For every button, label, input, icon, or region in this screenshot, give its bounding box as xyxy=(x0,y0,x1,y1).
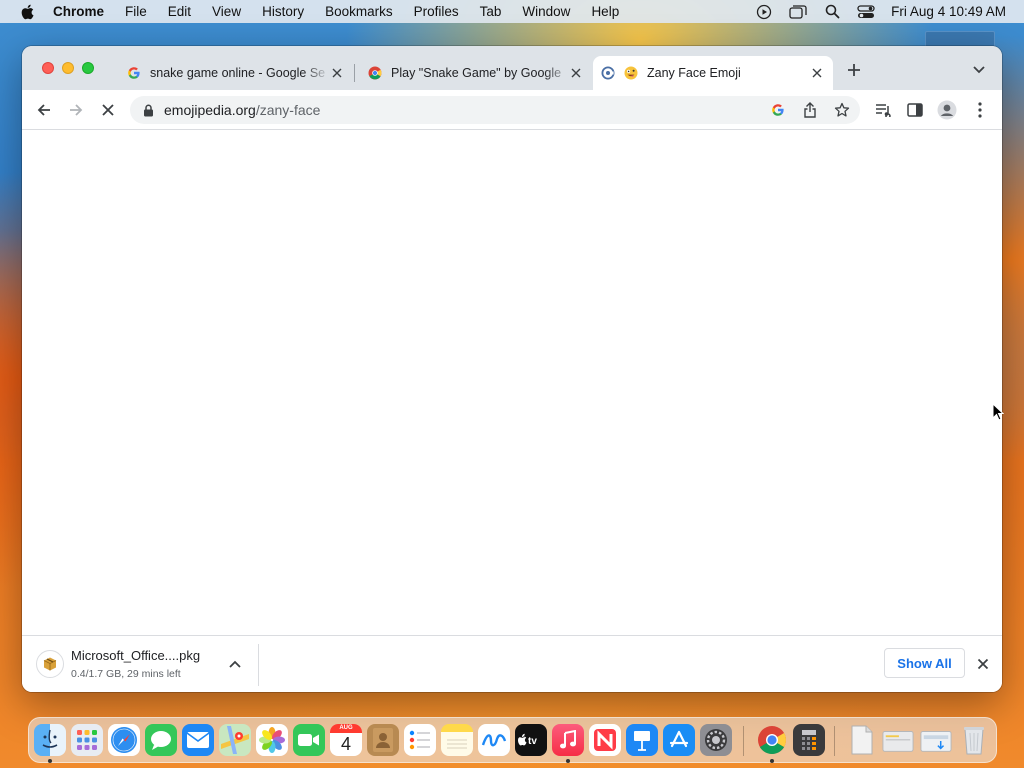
calendar-icon[interactable]: AUG 4 xyxy=(330,724,362,756)
svg-text:tv: tv xyxy=(528,736,537,747)
screen-recording-icon[interactable] xyxy=(755,3,773,21)
menubar-clock[interactable]: Fri Aug 4 10:49 AM xyxy=(891,4,1006,19)
tab-close-icon[interactable] xyxy=(329,65,345,81)
mouse-cursor-icon xyxy=(992,402,1005,421)
system-settings-icon[interactable] xyxy=(700,724,732,756)
download-shelf: Microsoft_Office....pkg 0.4/1.7 GB, 29 m… xyxy=(22,635,1002,692)
control-center-icon[interactable] xyxy=(857,3,875,21)
download-filename: Microsoft_Office....pkg xyxy=(71,648,201,663)
google-lens-icon[interactable] xyxy=(770,102,786,118)
menu-bookmarks[interactable]: Bookmarks xyxy=(325,4,393,19)
close-download-shelf-icon[interactable] xyxy=(975,656,991,672)
emojipedia-icon xyxy=(601,66,615,80)
page-content-area[interactable] xyxy=(22,131,1002,636)
window-close-button[interactable] xyxy=(42,62,54,74)
back-button[interactable] xyxy=(34,100,54,120)
browser-toolbar: emojipedia.org/zany-face xyxy=(22,90,1002,130)
share-icon[interactable] xyxy=(802,102,818,118)
url-domain: emojipedia.org xyxy=(164,102,256,118)
downloads-icon[interactable] xyxy=(920,724,952,756)
finder-icon[interactable] xyxy=(34,724,66,756)
download-status: 0.4/1.7 GB, 29 mins left xyxy=(71,668,181,680)
menu-file[interactable]: File xyxy=(125,4,147,19)
folder-icon[interactable] xyxy=(882,724,914,756)
calendar-day: 4 xyxy=(340,734,351,754)
dock-running-indicator xyxy=(566,759,570,763)
tab-snake-game[interactable]: Play "Snake Game" by Google xyxy=(360,56,592,90)
dock: AUG 4 tv xyxy=(28,717,997,763)
dock-running-indicator xyxy=(48,759,52,763)
stop-loading-button[interactable] xyxy=(98,100,118,120)
dock-separator xyxy=(743,726,744,756)
document-icon[interactable] xyxy=(846,724,878,756)
notes-icon[interactable] xyxy=(441,724,473,756)
chrome-icon[interactable] xyxy=(756,724,788,756)
download-item[interactable]: Microsoft_Office....pkg 0.4/1.7 GB, 29 m… xyxy=(36,648,258,684)
window-maximize-button[interactable] xyxy=(82,62,94,74)
zany-face-emoji-icon xyxy=(624,66,638,80)
appletv-icon[interactable]: tv xyxy=(515,724,547,756)
launchpad-icon[interactable] xyxy=(71,724,103,756)
tab-close-icon[interactable] xyxy=(809,65,825,81)
calendar-month: AUG xyxy=(330,724,362,733)
tab-title: snake game online - Google Se xyxy=(150,66,326,80)
trash-icon[interactable] xyxy=(958,724,990,756)
tab-title: Play "Snake Game" by Google xyxy=(391,66,562,80)
side-panel-icon[interactable] xyxy=(905,100,925,120)
music-icon[interactable] xyxy=(552,724,584,756)
menu-help[interactable]: Help xyxy=(591,4,619,19)
appstore-icon[interactable] xyxy=(663,724,695,756)
spotlight-search-icon[interactable] xyxy=(823,3,841,21)
contacts-icon[interactable] xyxy=(367,724,399,756)
bookmark-star-icon[interactable] xyxy=(834,102,850,118)
tab-separator xyxy=(354,64,355,82)
keynote-icon[interactable] xyxy=(626,724,658,756)
calculator-icon[interactable] xyxy=(793,724,825,756)
profile-avatar-icon[interactable] xyxy=(937,100,957,120)
menu-edit[interactable]: Edit xyxy=(168,4,191,19)
tab-zany-face-emoji[interactable]: Zany Face Emoji xyxy=(593,56,833,90)
menu-bar: Chrome File Edit View History Bookmarks … xyxy=(0,0,1024,23)
download-separator xyxy=(258,644,259,686)
dock-separator xyxy=(834,726,835,756)
chrome-menu-icon[interactable] xyxy=(970,100,990,120)
window-minimize-button[interactable] xyxy=(62,62,74,74)
menu-tab[interactable]: Tab xyxy=(480,4,502,19)
photos-icon[interactable] xyxy=(256,724,288,756)
browser-window: snake game online - Google Se Play "Snak… xyxy=(22,46,1002,692)
download-chevron-up-icon[interactable] xyxy=(227,656,243,672)
news-icon[interactable] xyxy=(589,724,621,756)
lock-icon[interactable] xyxy=(141,103,155,117)
url-text[interactable]: emojipedia.org/zany-face xyxy=(164,102,320,118)
tab-close-icon[interactable] xyxy=(568,65,584,81)
freeform-icon[interactable] xyxy=(478,724,510,756)
new-tab-button[interactable] xyxy=(845,61,863,79)
menu-profiles[interactable]: Profiles xyxy=(414,4,459,19)
google-g-icon xyxy=(127,66,141,80)
apple-menu-icon[interactable] xyxy=(18,3,35,20)
window-switcher-icon[interactable] xyxy=(789,3,807,21)
forward-button[interactable] xyxy=(66,100,86,120)
menu-view[interactable]: View xyxy=(212,4,241,19)
menu-history[interactable]: History xyxy=(262,4,304,19)
tab-strip: snake game online - Google Se Play "Snak… xyxy=(22,46,1002,90)
mail-icon[interactable] xyxy=(182,724,214,756)
safari-icon[interactable] xyxy=(108,724,140,756)
chrome-icon xyxy=(368,66,382,80)
url-path: /zany-face xyxy=(255,102,321,118)
reminders-icon[interactable] xyxy=(404,724,436,756)
package-icon xyxy=(36,650,64,678)
dock-running-indicator xyxy=(770,759,774,763)
tab-google-search[interactable]: snake game online - Google Se xyxy=(119,56,353,90)
facetime-icon[interactable] xyxy=(293,724,325,756)
tab-title: Zany Face Emoji xyxy=(647,66,741,80)
maps-icon[interactable] xyxy=(219,724,251,756)
menu-app-name[interactable]: Chrome xyxy=(53,4,104,19)
menu-window[interactable]: Window xyxy=(522,4,570,19)
reading-list-icon[interactable] xyxy=(873,100,893,120)
address-bar[interactable]: emojipedia.org/zany-face xyxy=(130,96,860,124)
messages-icon[interactable] xyxy=(145,724,177,756)
tab-search-chevron-icon[interactable] xyxy=(972,63,986,77)
show-all-button[interactable]: Show All xyxy=(884,648,965,678)
